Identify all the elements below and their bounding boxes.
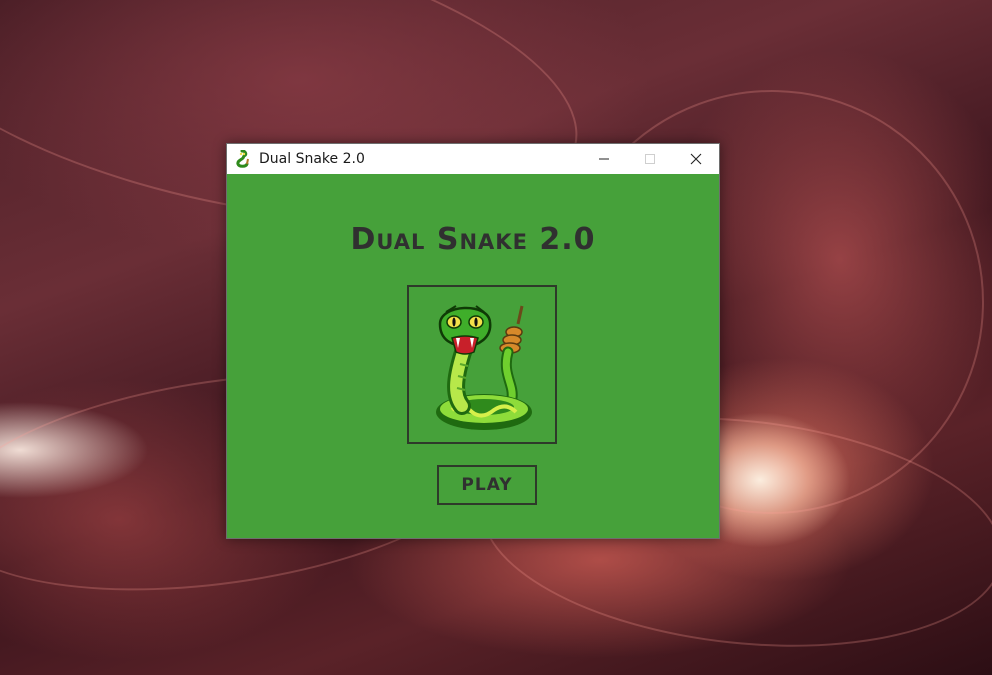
close-icon [690, 153, 702, 165]
game-menu: Dual Snake 2.0 PLAY [227, 174, 719, 538]
maximize-button[interactable] [627, 144, 673, 174]
minimize-icon [599, 158, 609, 160]
app-window: Dual Snake 2.0 Dual Snake 2.0 PLAY [226, 143, 720, 539]
game-title: Dual Snake 2.0 [350, 222, 596, 257]
rattlesnake-mascot-image [436, 304, 532, 430]
close-button[interactable] [673, 144, 719, 174]
maximize-icon [645, 154, 655, 164]
snake-icon [233, 150, 251, 168]
window-controls [581, 144, 719, 174]
logo-frame [407, 285, 557, 444]
minimize-button[interactable] [581, 144, 627, 174]
title-bar[interactable]: Dual Snake 2.0 [227, 144, 719, 174]
window-title: Dual Snake 2.0 [259, 151, 365, 167]
play-button[interactable]: PLAY [437, 465, 537, 505]
